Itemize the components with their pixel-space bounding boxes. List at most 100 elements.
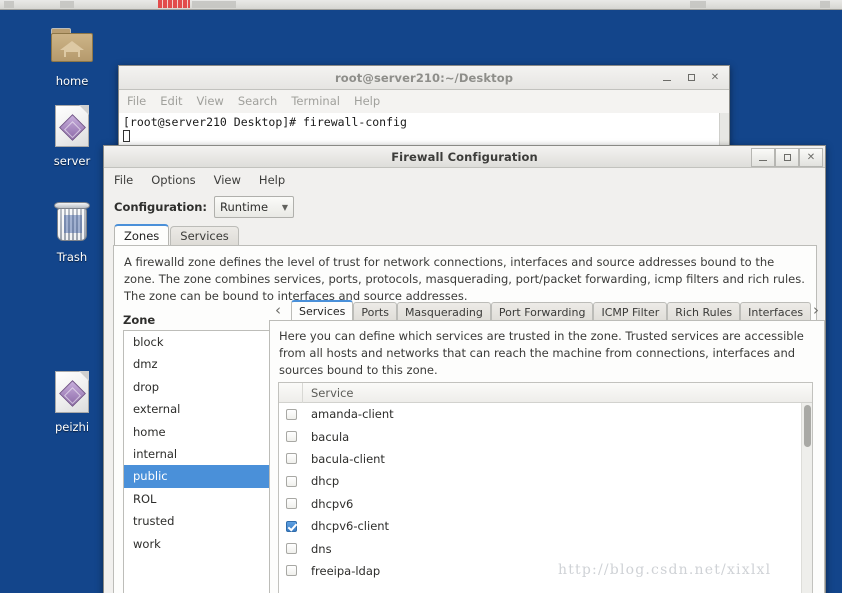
terminal-titlebar[interactable]: root@server210:~/Desktop ✕ <box>119 66 729 90</box>
table-row[interactable]: dhcpv6 <box>279 493 812 515</box>
service-checkbox[interactable] <box>279 520 303 532</box>
inner-tabstrip: ‹ Services Ports Masquerading Port Forwa… <box>269 299 825 321</box>
zone-list-area: Zone block dmz drop external home intern… <box>123 313 278 593</box>
panel-clock[interactable] <box>820 1 830 8</box>
chevron-down-icon: ▼ <box>281 202 289 212</box>
terminal-window-controls: ✕ <box>655 68 727 87</box>
menu-item-terminal[interactable]: Terminal <box>291 94 340 108</box>
menu-item-view[interactable]: View <box>214 173 241 187</box>
zone-row-rol[interactable]: ROL <box>124 488 277 510</box>
chevron-left-icon[interactable]: ‹ <box>269 300 287 320</box>
table-row[interactable]: bacula <box>279 425 812 447</box>
zone-row-external[interactable]: external <box>124 398 277 420</box>
firewall-config-window[interactable]: Firewall Configuration ✕ File Options Vi… <box>103 145 826 593</box>
zone-row-internal[interactable]: internal <box>124 443 277 465</box>
panel-window-button[interactable] <box>192 1 236 8</box>
trash-icon <box>34 198 110 248</box>
service-name: bacula-client <box>311 451 385 466</box>
tab-services[interactable]: Services <box>170 226 239 245</box>
service-checkbox[interactable] <box>279 453 303 465</box>
desktop-icon-label: server <box>53 154 91 168</box>
service-checkbox[interactable] <box>279 408 303 420</box>
firewall-window-controls: ✕ <box>751 148 823 167</box>
table-row[interactable]: bacula-client <box>279 448 812 470</box>
service-name: dhcpv6-client <box>311 519 390 534</box>
tab-zones[interactable]: Zones <box>114 224 170 245</box>
zone-row-block[interactable]: block <box>124 331 277 353</box>
services-column-header-service: Service <box>311 385 354 400</box>
configuration-select[interactable]: Runtime ▼ <box>214 196 295 218</box>
maximize-icon[interactable] <box>775 148 799 167</box>
service-name: amanda-client <box>311 407 394 422</box>
close-icon[interactable]: ✕ <box>703 68 727 87</box>
panel-applet-apps[interactable] <box>60 1 74 8</box>
terminal-cursor <box>123 130 130 142</box>
maximize-icon[interactable] <box>679 68 703 87</box>
table-row[interactable]: freeipa-ldap <box>279 560 812 582</box>
services-scrollbar[interactable] <box>801 403 812 593</box>
terminal-prompt-line: [root@server210 Desktop]# firewall-confi… <box>123 115 407 129</box>
menu-item-file[interactable]: File <box>114 173 133 187</box>
zone-row-home[interactable]: home <box>124 421 277 443</box>
zone-row-work[interactable]: work <box>124 533 277 555</box>
inner-tab-interfaces[interactable]: Interfaces <box>740 302 812 321</box>
close-icon[interactable]: ✕ <box>799 148 823 167</box>
zone-row-trusted[interactable]: trusted <box>124 510 277 532</box>
inner-tab-port-forwarding[interactable]: Port Forwarding <box>490 302 594 321</box>
document-icon <box>34 102 110 152</box>
zone-row-public[interactable]: public <box>124 465 277 488</box>
menu-item-help[interactable]: Help <box>354 94 380 108</box>
firewall-titlebar[interactable]: Firewall Configuration ✕ <box>104 146 825 168</box>
desktop-icon-home[interactable]: home <box>34 22 110 88</box>
zone-row-drop[interactable]: drop <box>124 376 277 398</box>
inner-tab-rich-rules[interactable]: Rich Rules <box>667 302 741 321</box>
configuration-label: Configuration: <box>114 200 208 214</box>
desktop-icon-trash[interactable]: Trash <box>34 198 110 264</box>
main-tabstrip: Zones Services <box>114 224 825 245</box>
menu-item-view[interactable]: View <box>197 94 224 108</box>
table-row[interactable]: amanda-client <box>279 403 812 425</box>
panel-tray-icon[interactable] <box>690 1 706 8</box>
service-name: dhcp <box>311 474 340 489</box>
services-tab-panel: Here you can define which services are t… <box>269 320 825 593</box>
menu-item-search[interactable]: Search <box>238 94 278 108</box>
table-row[interactable]: dns <box>279 537 812 559</box>
services-table[interactable]: Service amanda-client bacula bacula-clie… <box>278 382 813 593</box>
service-checkbox[interactable] <box>279 498 303 510</box>
panel-applet-left[interactable] <box>4 1 14 8</box>
service-name: freeipa-ldap <box>311 563 381 578</box>
terminal-title: root@server210:~/Desktop <box>334 70 514 85</box>
minimize-icon[interactable] <box>655 68 679 87</box>
table-row[interactable]: dhcp <box>279 470 812 492</box>
terminal-cursor-line <box>123 129 725 143</box>
inner-tab-icmp-filter[interactable]: ICMP Filter <box>593 302 668 321</box>
service-checkbox[interactable] <box>279 565 303 577</box>
menu-item-file[interactable]: File <box>127 94 146 108</box>
chevron-right-icon[interactable]: › <box>807 300 825 320</box>
desktop-icon-label: Trash <box>56 250 88 264</box>
configuration-value: Runtime <box>220 200 269 214</box>
service-checkbox[interactable] <box>279 475 303 487</box>
menu-item-edit[interactable]: Edit <box>160 94 182 108</box>
document-icon <box>34 368 110 418</box>
minimize-icon[interactable] <box>751 148 775 167</box>
service-checkbox[interactable] <box>279 543 303 555</box>
zone-list[interactable]: block dmz drop external home internal pu… <box>123 330 278 593</box>
services-scrollbar-thumb[interactable] <box>804 405 811 447</box>
menu-item-help[interactable]: Help <box>259 173 285 187</box>
inner-tab-ports[interactable]: Ports <box>353 302 397 321</box>
services-description: Here you can define which services are t… <box>279 329 804 377</box>
desktop-icon-peizhi[interactable]: peizhi <box>34 368 110 434</box>
panel-taskbar-indicator[interactable] <box>158 0 190 8</box>
service-name: bacula <box>311 429 350 444</box>
inner-tab-services[interactable]: Services <box>291 300 354 321</box>
service-checkbox[interactable] <box>279 431 303 443</box>
desktop-icon-server[interactable]: server <box>34 102 110 168</box>
terminal-window[interactable]: root@server210:~/Desktop ✕ File Edit Vie… <box>118 65 730 155</box>
inner-tab-masquerading[interactable]: Masquerading <box>396 302 491 321</box>
zone-row-dmz[interactable]: dmz <box>124 353 277 375</box>
menu-item-options[interactable]: Options <box>151 173 195 187</box>
table-row[interactable]: dhcpv6-client <box>279 515 812 537</box>
services-table-header: Service <box>279 383 812 403</box>
desktop-icon-label: peizhi <box>54 420 90 434</box>
